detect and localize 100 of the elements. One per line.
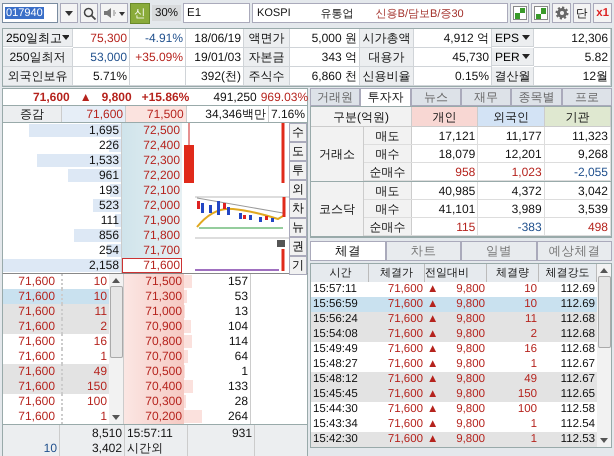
chart-icon[interactable]: [510, 3, 530, 23]
field-label: 시가총액: [360, 29, 414, 48]
column-header: 체결가: [369, 264, 425, 282]
bid-price[interactable]: 70,300: [124, 394, 184, 409]
trade-row[interactable]: 71,600 49: [3, 364, 109, 379]
table-cell: 18,079: [412, 145, 478, 162]
trade-row[interactable]: 15:48:27 71,600 ▲ 9,800 1 112.67: [311, 357, 597, 372]
scroll-up-icon[interactable]: [112, 278, 120, 283]
credit-label: 신용B/담보B/증30: [376, 6, 464, 20]
field-label: 외국인보유: [3, 67, 73, 86]
field-select[interactable]: EPS: [492, 29, 534, 47]
tab[interactable]: 체결: [310, 241, 386, 261]
table-header: 7.16%: [270, 106, 306, 122]
side-button[interactable]: 투: [289, 161, 307, 180]
field-label: 주식수: [244, 67, 290, 86]
ask-price[interactable]: 71,700: [122, 243, 182, 258]
ask-price[interactable]: 71,800: [122, 228, 182, 243]
ask-quantity: 1,533: [3, 153, 122, 168]
ask-price[interactable]: 72,300: [122, 153, 182, 168]
scrollbar[interactable]: [109, 274, 123, 424]
dropdown-button[interactable]: [60, 3, 78, 23]
row-label: 매수: [364, 200, 412, 217]
ask-price[interactable]: 72,500: [122, 123, 182, 138]
tab[interactable]: 종목별: [511, 88, 562, 106]
memo-field[interactable]: E1: [183, 3, 250, 23]
bid-price[interactable]: 70,800: [124, 334, 184, 349]
field-value: -4.91%: [130, 29, 186, 48]
field-label: 자본금: [244, 48, 290, 67]
tab[interactable]: 뉴스: [410, 88, 461, 106]
tab[interactable]: 일별: [461, 241, 536, 261]
column-header: 시간: [311, 264, 369, 282]
trade-row[interactable]: 15:57:11 71,600 ▲ 9,800 10 112.69: [311, 282, 597, 297]
trade-row[interactable]: 15:48:12 71,600 ▲ 9,800 49 112.67: [311, 372, 597, 387]
scroll-down-icon[interactable]: [600, 438, 608, 443]
trade-row[interactable]: 15:44:30 71,600 ▲ 9,800 100 112.58: [311, 402, 597, 417]
column-header: 외국인: [478, 107, 545, 127]
scroll-down-icon[interactable]: [112, 415, 120, 420]
ask-price[interactable]: 71,900: [122, 213, 182, 228]
stock-code-field[interactable]: 017940: [2, 3, 58, 23]
bid-price[interactable]: 71,300: [124, 289, 184, 304]
trade-row[interactable]: 71,600 2: [3, 319, 109, 334]
chart-icon[interactable]: [531, 3, 550, 23]
ask-price[interactable]: 72,200: [122, 168, 182, 183]
side-button[interactable]: 권: [289, 237, 307, 256]
field-select[interactable]: 250일최고: [3, 29, 73, 47]
table-cell: 115: [412, 218, 478, 235]
ask-quantity: 961: [3, 168, 122, 183]
ask-price[interactable]: 72,000: [122, 198, 182, 213]
bid-price[interactable]: 71,500: [124, 274, 184, 289]
side-button[interactable]: 차: [289, 199, 307, 218]
search-button[interactable]: [80, 3, 98, 23]
field-select[interactable]: PER: [492, 48, 534, 66]
trade-row[interactable]: 71,600 16: [3, 334, 109, 349]
field-label: 액면가: [244, 29, 290, 48]
bid-price[interactable]: 70,700: [124, 349, 184, 364]
trade-row[interactable]: 15:56:24 71,600 ▲ 9,800 11 112.68: [311, 312, 597, 327]
toolbar-button[interactable]: 단: [573, 3, 592, 23]
trade-row[interactable]: 15:56:59 71,600 ▲ 9,800 10 112.69: [311, 297, 597, 312]
ask-price[interactable]: 71,600: [122, 258, 182, 273]
table-header: 71,500: [126, 106, 187, 122]
trade-row[interactable]: 71,600 150: [3, 379, 109, 394]
table-cell: 3,539: [544, 200, 611, 217]
ask-total: 8,510: [90, 426, 122, 441]
tab[interactable]: 투자자: [360, 88, 411, 106]
trade-row[interactable]: 15:49:49 71,600 ▲ 9,800 16 112.68: [311, 342, 597, 357]
settings-icon[interactable]: [552, 3, 572, 23]
tab[interactable]: 차트: [386, 241, 461, 261]
toolbar-button[interactable]: x1: [593, 3, 612, 23]
up-arrow: ▲: [80, 90, 92, 104]
side-button[interactable]: 기: [289, 256, 307, 275]
trade-row[interactable]: 71,600 10: [3, 289, 109, 304]
ask-price[interactable]: 72,400: [122, 138, 182, 153]
bid-quantity: 13: [184, 304, 251, 319]
trade-row[interactable]: 71,600 11: [3, 304, 109, 319]
side-button[interactable]: 외: [289, 180, 307, 199]
trade-row[interactable]: 15:45:45 71,600 ▲ 9,800 150 112.65: [311, 387, 597, 402]
tab[interactable]: 프로: [562, 88, 612, 106]
trade-row[interactable]: 15:43:34 71,600 ▲ 9,800 1 112.54: [311, 417, 597, 432]
field-value: 75,300: [73, 29, 130, 48]
bid-price[interactable]: 70,500: [124, 364, 184, 379]
trade-row[interactable]: 15:54:08 71,600 ▲ 9,800 2 112.68: [311, 327, 597, 342]
table-header: 71,600: [62, 106, 126, 122]
bid-price[interactable]: 70,900: [124, 319, 184, 334]
scroll-up-icon[interactable]: [600, 268, 608, 273]
side-button[interactable]: 도: [289, 142, 307, 161]
trade-row[interactable]: 71,600 100: [3, 394, 109, 409]
tab[interactable]: 거래원: [310, 88, 360, 106]
side-button[interactable]: 수: [289, 123, 307, 142]
speaker-button[interactable]: [100, 3, 128, 23]
scrollbar[interactable]: [597, 264, 611, 447]
bid-price[interactable]: 70,200: [124, 409, 184, 424]
tab[interactable]: 재무: [460, 88, 512, 106]
trade-row[interactable]: 15:42:30 71,600 ▲ 9,800 1 112.53: [311, 432, 597, 447]
credit-badge: 신: [130, 2, 150, 24]
side-button[interactable]: 뉴: [289, 218, 307, 237]
table-cell: 9,268: [544, 145, 611, 162]
ask-price[interactable]: 72,100: [122, 183, 182, 198]
bid-price[interactable]: 70,400: [124, 379, 184, 394]
tab[interactable]: 예상체결: [536, 241, 612, 261]
bid-price[interactable]: 71,000: [124, 304, 184, 319]
